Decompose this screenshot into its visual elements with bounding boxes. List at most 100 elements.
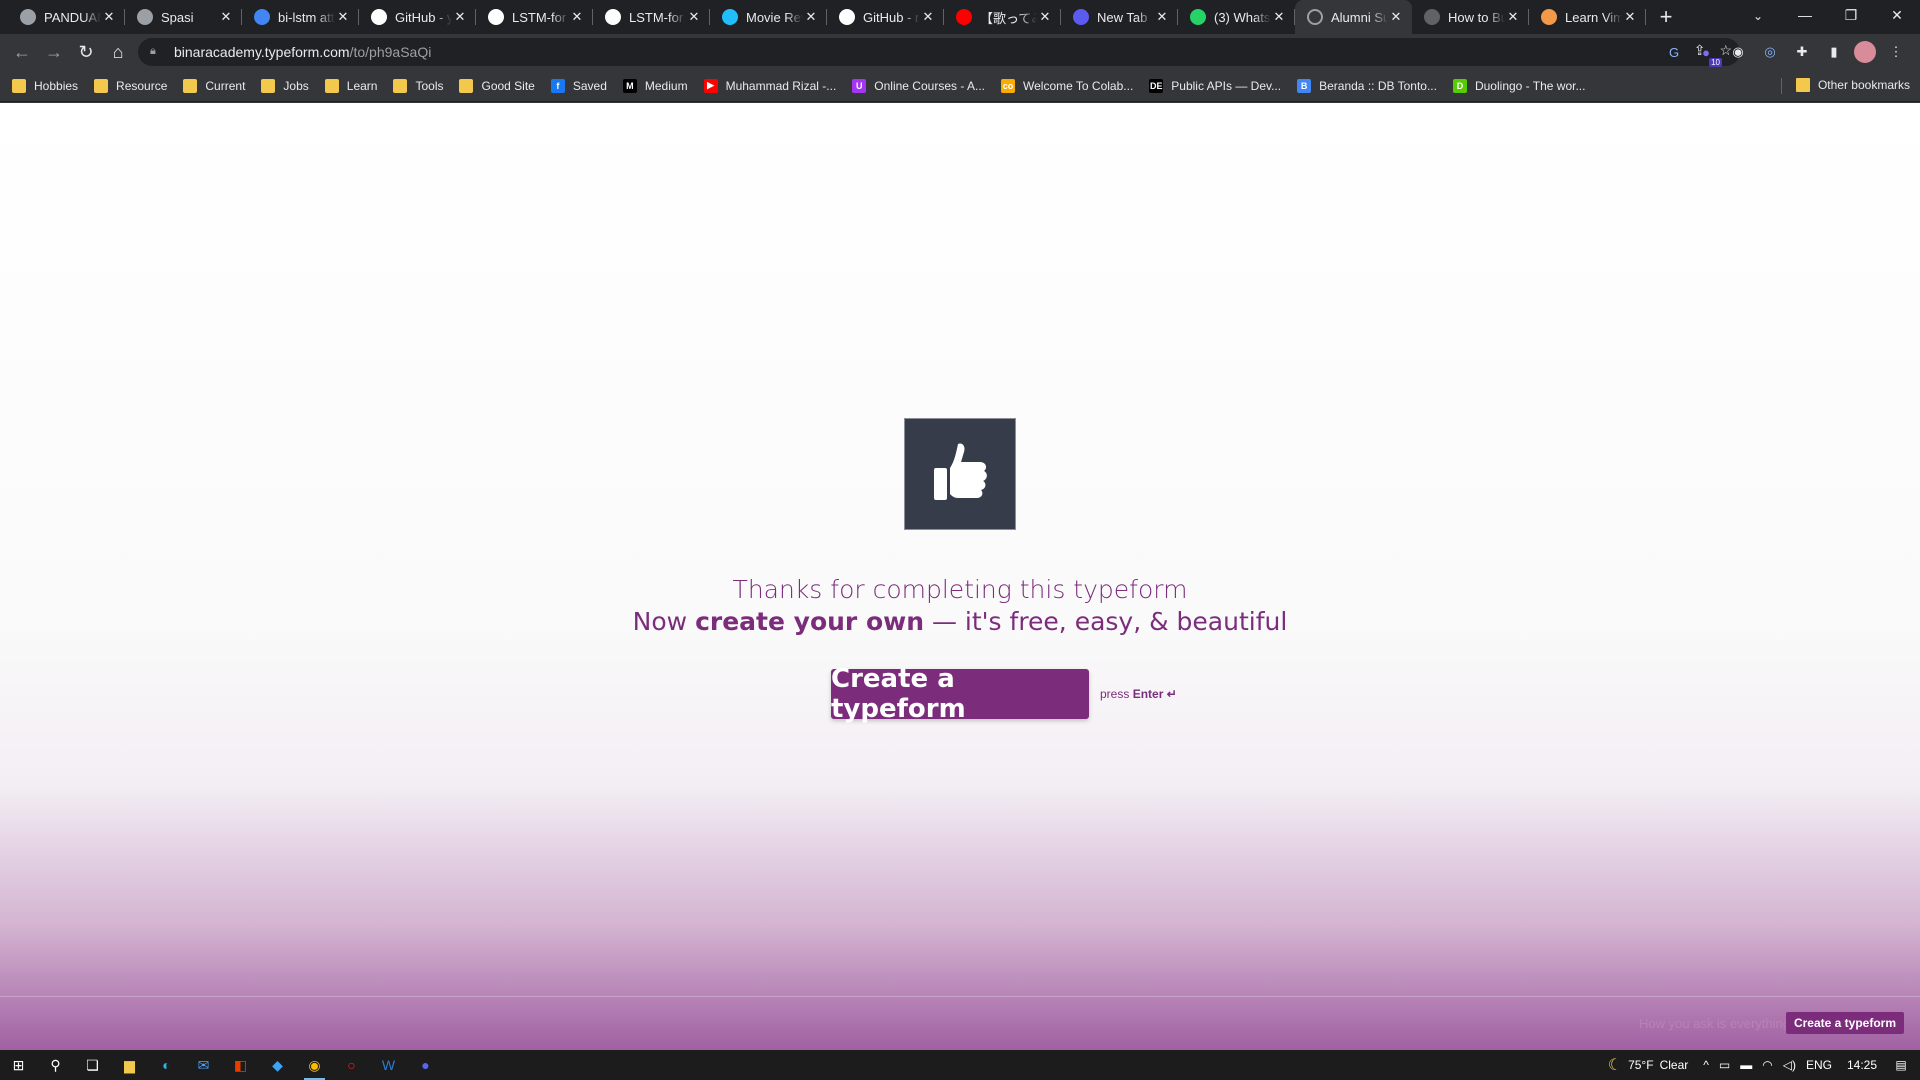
tab-11[interactable]: Alumni Su ✕ (1295, 0, 1412, 34)
bookmark-6[interactable]: Good Site (459, 78, 535, 93)
home-button[interactable]: ⌂ (102, 36, 134, 68)
tab-5[interactable]: LSTM-for ✕ (593, 0, 710, 34)
tab-0[interactable]: PANDUAN ✕ (8, 0, 125, 34)
search-icon[interactable]: ⚲ (37, 1050, 74, 1080)
address-bar[interactable]: 🔒︎ binaracademy.typeform.com/to/ph9aSaQi… (138, 38, 1740, 66)
battery-icon[interactable]: ▬ (1740, 1058, 1752, 1072)
create-typeform-button[interactable]: Create a typeform (831, 664, 1089, 724)
language-indicator[interactable]: ENG (1806, 1058, 1832, 1072)
bookmark-label: Welcome To Colab... (1023, 78, 1134, 93)
translate-icon[interactable]: G (1662, 40, 1686, 64)
restore-button[interactable]: ❐ (1828, 0, 1874, 30)
chevron-up-icon[interactable]: ^ (1703, 1058, 1709, 1072)
tab-close-icon[interactable]: ✕ (1271, 9, 1287, 25)
footer-tagline: How you ask is everything (1638, 1016, 1790, 1031)
tab-12[interactable]: How to Bu ✕ (1412, 0, 1529, 34)
tab-close-icon[interactable]: ✕ (1388, 9, 1404, 25)
minimize-button[interactable]: — (1782, 0, 1828, 30)
tab-close-icon[interactable]: ✕ (218, 9, 234, 25)
tab-close-icon[interactable]: ✕ (452, 9, 468, 25)
enter-key-label: Enter ↵ (1132, 687, 1177, 701)
weather-widget[interactable]: ☾ 75°F Clear (1608, 1055, 1689, 1075)
tab-close-icon[interactable]: ✕ (686, 9, 702, 25)
tab-title: New Tab (1097, 9, 1148, 25)
bookmark-7[interactable]: f Saved (550, 78, 607, 93)
bookmark-1[interactable]: Resource (94, 78, 167, 93)
notification-icon[interactable]: ▤ (1882, 1050, 1920, 1080)
file-explorer-icon[interactable]: ▆ (111, 1050, 148, 1080)
tab-1[interactable]: Spasi ✕ (125, 0, 242, 34)
tab-6[interactable]: Movie Rev ✕ (710, 0, 827, 34)
circle-extension-icon[interactable]: ◎ (1758, 40, 1782, 64)
tab-title: GitHub - y (395, 9, 452, 25)
opera-icon[interactable]: ○ (333, 1050, 370, 1080)
tab-3[interactable]: GitHub - y ✕ (359, 0, 476, 34)
bookmark-12[interactable]: DE Public APIs — Dev... (1149, 78, 1281, 93)
back-button[interactable]: ← (6, 36, 38, 68)
bookmark-4[interactable]: Learn (324, 78, 377, 93)
puzzle-icon[interactable]: ✚ (1790, 40, 1814, 64)
forward-button[interactable]: → (38, 36, 70, 68)
browser-toolbar: ← → ↻ ⌂ 🔒︎ binaracademy.typeform.com/to/… (0, 34, 1920, 70)
camera-icon[interactable]: ◉ (1726, 40, 1750, 64)
bookmark-10[interactable]: U Online Courses - A... (852, 78, 985, 93)
volume-icon[interactable]: ◁) (1783, 1058, 1796, 1072)
footer-create-typeform-button[interactable]: Create a typeform (1785, 1012, 1904, 1034)
tab-2[interactable]: bi-lstm att ✕ (242, 0, 359, 34)
bookmark-5[interactable]: Tools (393, 78, 443, 93)
tab-13[interactable]: Learn Vim ✕ (1529, 0, 1646, 34)
tab-8[interactable]: 【歌ってみ】✕ (944, 0, 1061, 34)
other-bookmarks[interactable]: Other bookmarks (1795, 78, 1910, 92)
tab-close-icon[interactable]: ✕ (1154, 9, 1170, 25)
extension-badge-icon[interactable]: ● 10 (1694, 40, 1722, 67)
side-panel-icon[interactable]: ▮ (1822, 40, 1846, 64)
clock[interactable]: 14:25 (1847, 1058, 1877, 1072)
press-enter-hint: press Enter ↵ (1100, 687, 1177, 701)
new-tab-button[interactable]: + (1652, 3, 1680, 31)
word-icon[interactable]: W (370, 1050, 407, 1080)
bookmark-3[interactable]: Jobs (261, 78, 309, 93)
mail-icon[interactable]: ✉ (185, 1050, 222, 1080)
bookmark-9[interactable]: ▶ Muhammad Rizal -... (703, 78, 836, 93)
tab-close-icon[interactable]: ✕ (1505, 9, 1521, 25)
start-icon[interactable]: ⊞ (0, 1050, 37, 1080)
vscode-icon[interactable]: ◆ (259, 1050, 296, 1080)
edge-icon[interactable]: ◐ (148, 1050, 185, 1080)
tab-close-icon[interactable]: ✕ (1037, 9, 1053, 25)
tab-search-button[interactable]: ⌄ (1744, 4, 1772, 28)
menu-icon[interactable]: ⋮ (1884, 40, 1908, 64)
tab-title: (3) Whats (1214, 9, 1271, 25)
tab-10[interactable]: (3) Whats ✕ (1178, 0, 1295, 34)
bookmark-14[interactable]: D Duolingo - The wor... (1452, 78, 1585, 93)
bookmark-11[interactable]: co Welcome To Colab... (1001, 78, 1134, 93)
wifi-icon[interactable]: ◠ (1762, 1058, 1772, 1072)
tab-close-icon[interactable]: ✕ (803, 9, 819, 25)
tab-close-icon[interactable]: ✕ (335, 9, 351, 25)
tab-4[interactable]: LSTM-for ✕ (476, 0, 593, 34)
bookmark-0[interactable]: Hobbies (12, 78, 78, 93)
tab-7[interactable]: GitHub - r ✕ (827, 0, 944, 34)
tab-close-icon[interactable]: ✕ (920, 9, 936, 25)
task-view-icon[interactable]: ❏ (74, 1050, 111, 1080)
loading-icon (1307, 9, 1323, 25)
tab-9[interactable]: New Tab ✕ (1061, 0, 1178, 34)
profile-avatar[interactable] (1854, 41, 1876, 63)
bookmark-favicon-icon: U (852, 78, 867, 93)
bookmark-favicon-icon: co (1001, 78, 1015, 93)
chrome-icon[interactable]: ◉ (296, 1050, 333, 1080)
bookmark-13[interactable]: B Beranda :: DB Tonto... (1297, 78, 1437, 93)
bookmark-favicon-icon: D (1452, 78, 1467, 93)
tab-close-icon[interactable]: ✕ (101, 9, 117, 25)
discord-icon[interactable]: ● (407, 1050, 444, 1080)
folder-icon (94, 78, 109, 93)
office-icon[interactable]: ◧ (222, 1050, 259, 1080)
reload-button[interactable]: ↻ (70, 36, 102, 68)
bookmark-2[interactable]: Current (183, 78, 245, 93)
bookmark-8[interactable]: M Medium (622, 78, 688, 93)
close-window-button[interactable]: ✕ (1874, 0, 1920, 30)
completion-message: Thanks for completing this typeform (732, 575, 1188, 604)
tab-close-icon[interactable]: ✕ (569, 9, 585, 25)
meet-icon[interactable]: ▭ (1719, 1058, 1730, 1072)
tab-close-icon[interactable]: ✕ (1622, 9, 1638, 25)
folder-icon (261, 78, 276, 93)
